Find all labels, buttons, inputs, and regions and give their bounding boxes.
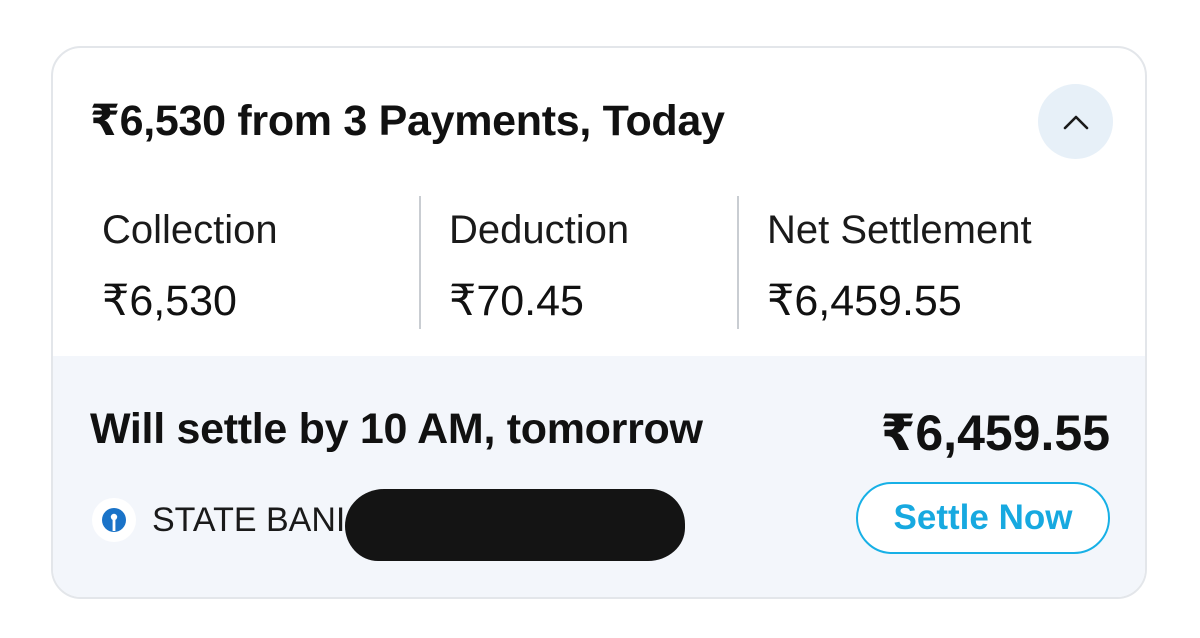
bank-name: STATE BANI	[152, 501, 346, 539]
chevron-up-icon	[1063, 115, 1088, 129]
settle-now-button[interactable]: Settle Now	[856, 482, 1110, 554]
collection-value: ₹6,530	[102, 277, 237, 325]
collection-label: Collection	[102, 208, 278, 252]
settlement-footer: Will settle by 10 AM, tomorrow ₹6,459.55…	[53, 356, 1145, 597]
divider	[737, 196, 739, 329]
bank-account: STATE BANI	[90, 489, 710, 561]
divider	[419, 196, 421, 329]
redacted-account-mark	[345, 489, 685, 561]
settle-amount: ₹6,459.55	[880, 405, 1110, 461]
net-settlement-label: Net Settlement	[767, 208, 1032, 252]
settle-time-text: Will settle by 10 AM, tomorrow	[90, 405, 703, 453]
settlement-card: ₹6,530 from 3 Payments, Today Collection…	[51, 46, 1147, 599]
deduction-value: ₹70.45	[449, 277, 584, 325]
collapse-button[interactable]	[1038, 84, 1113, 159]
deduction-label: Deduction	[449, 208, 630, 252]
settlement-breakdown: Collection ₹6,530 Deduction ₹70.45 Net S…	[53, 196, 1145, 330]
sbi-logo-icon	[92, 498, 136, 542]
net-settlement-value: ₹6,459.55	[767, 277, 962, 325]
payments-summary-title: ₹6,530 from 3 Payments, Today	[90, 97, 725, 145]
